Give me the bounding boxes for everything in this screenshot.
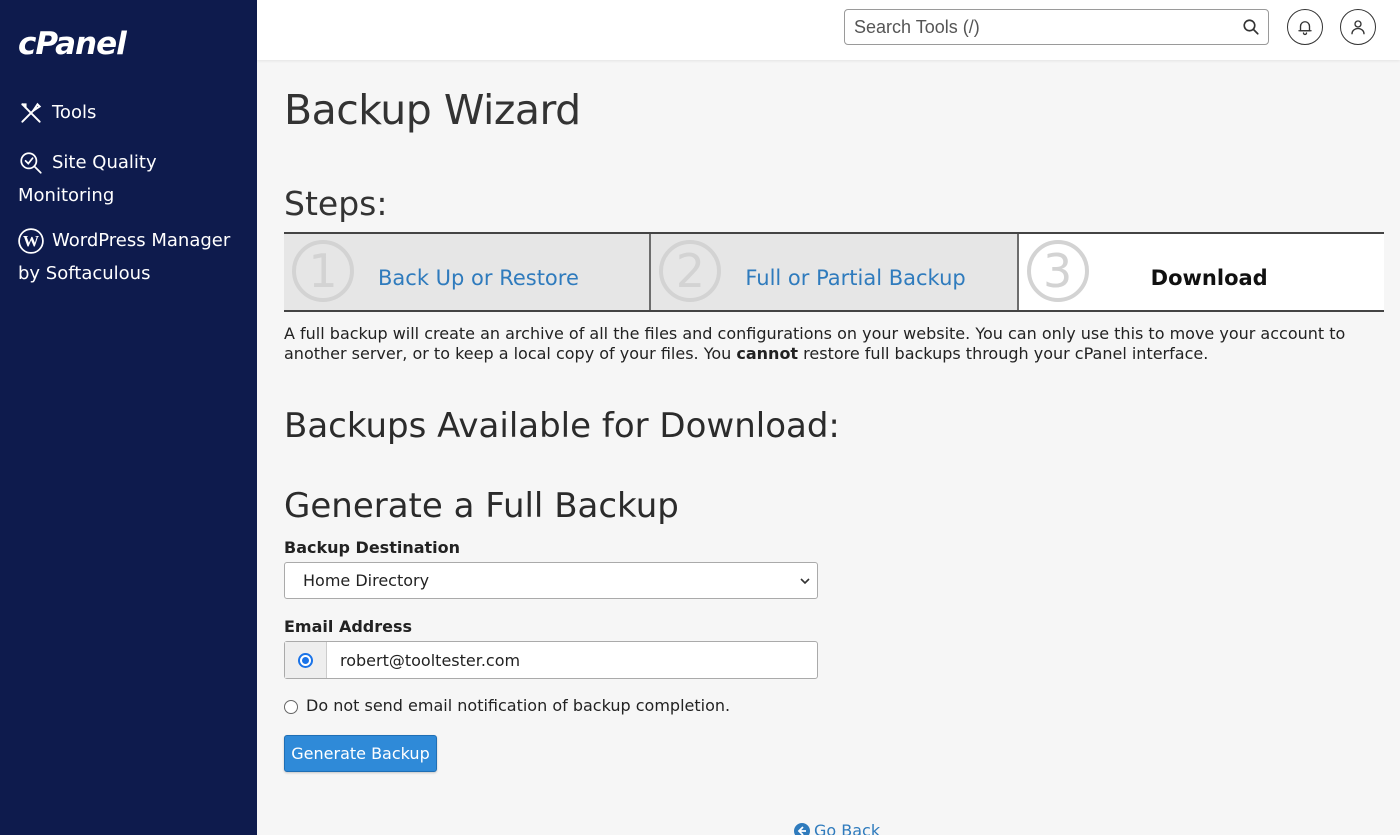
sidebar-item-tools[interactable]: Tools <box>18 96 96 129</box>
step-back-up-or-restore[interactable]: 1 Back Up or Restore <box>284 234 652 310</box>
generate-full-backup-heading: Generate a Full Backup <box>284 486 679 526</box>
no-email-label: Do not send email notification of backup… <box>306 696 731 715</box>
step-label[interactable]: Back Up or Restore <box>378 266 579 290</box>
svg-text:W: W <box>23 232 39 250</box>
backup-destination-label: Backup Destination <box>284 538 461 557</box>
backup-description: A full backup will create an archive of … <box>284 324 1389 364</box>
selected-destination: Home Directory <box>303 571 430 590</box>
search-input[interactable] <box>845 10 1225 44</box>
email-address-label: Email Address <box>284 617 413 636</box>
top-bar <box>257 0 1400 60</box>
no-email-option[interactable]: Do not send email notification of backup… <box>284 696 730 715</box>
description-emphasis: cannot <box>736 344 799 363</box>
sidebar-item-site-quality-monitoring[interactable]: Site Quality Monitoring <box>18 146 238 212</box>
generate-backup-button[interactable]: Generate Backup <box>284 735 437 772</box>
no-email-radio[interactable] <box>284 699 298 714</box>
backups-available-heading: Backups Available for Download: <box>284 406 840 446</box>
email-field[interactable] <box>327 642 817 678</box>
step-download: 3 Download <box>1018 234 1384 310</box>
sidebar-item-label: WordPress Manager by Softaculous <box>18 230 231 284</box>
bell-icon <box>1298 21 1312 36</box>
email-radio-addon[interactable] <box>285 642 327 678</box>
description-text-end: restore full backups through your cPanel… <box>798 344 1209 363</box>
notifications-button[interactable] <box>1287 9 1323 45</box>
step-number: 3 <box>1026 240 1089 302</box>
sidebar-item-label: Tools <box>52 102 97 123</box>
step-number: 2 <box>659 240 722 302</box>
chevron-down-icon <box>800 578 810 585</box>
email-address-group <box>284 641 818 679</box>
backup-destination-select[interactable]: Home Directory <box>284 562 818 599</box>
tools-icon <box>21 102 42 123</box>
search-icon[interactable] <box>1242 18 1260 36</box>
step-label[interactable]: Full or Partial Backup <box>745 266 965 290</box>
step-full-or-partial-backup[interactable]: 2 Full or Partial Backup <box>651 234 1019 310</box>
go-back-link[interactable]: Go Back <box>794 821 880 835</box>
back-arrow-icon <box>794 822 810 835</box>
page-title: Backup Wizard <box>284 86 581 134</box>
sidebar: cPanel Tools Site Quality Monitoring W W… <box>0 0 257 835</box>
wizard-steps: 1 Back Up or Restore 2 Full or Partial B… <box>284 232 1384 312</box>
email-radio-selected[interactable] <box>298 652 313 668</box>
steps-heading: Steps: <box>284 184 388 223</box>
sidebar-item-wordpress-manager[interactable]: W WordPress Manager by Softaculous <box>18 224 248 290</box>
cpanel-logo[interactable]: cPanel <box>18 26 127 62</box>
user-icon <box>1351 20 1365 35</box>
step-label: Download <box>1150 266 1268 290</box>
step-number: 1 <box>292 240 354 302</box>
user-menu-button[interactable] <box>1340 9 1376 45</box>
go-back-label[interactable]: Go Back <box>814 821 880 835</box>
search-box <box>844 9 1269 45</box>
wordpress-icon: W <box>18 228 44 254</box>
magnifier-check-icon <box>20 152 42 174</box>
